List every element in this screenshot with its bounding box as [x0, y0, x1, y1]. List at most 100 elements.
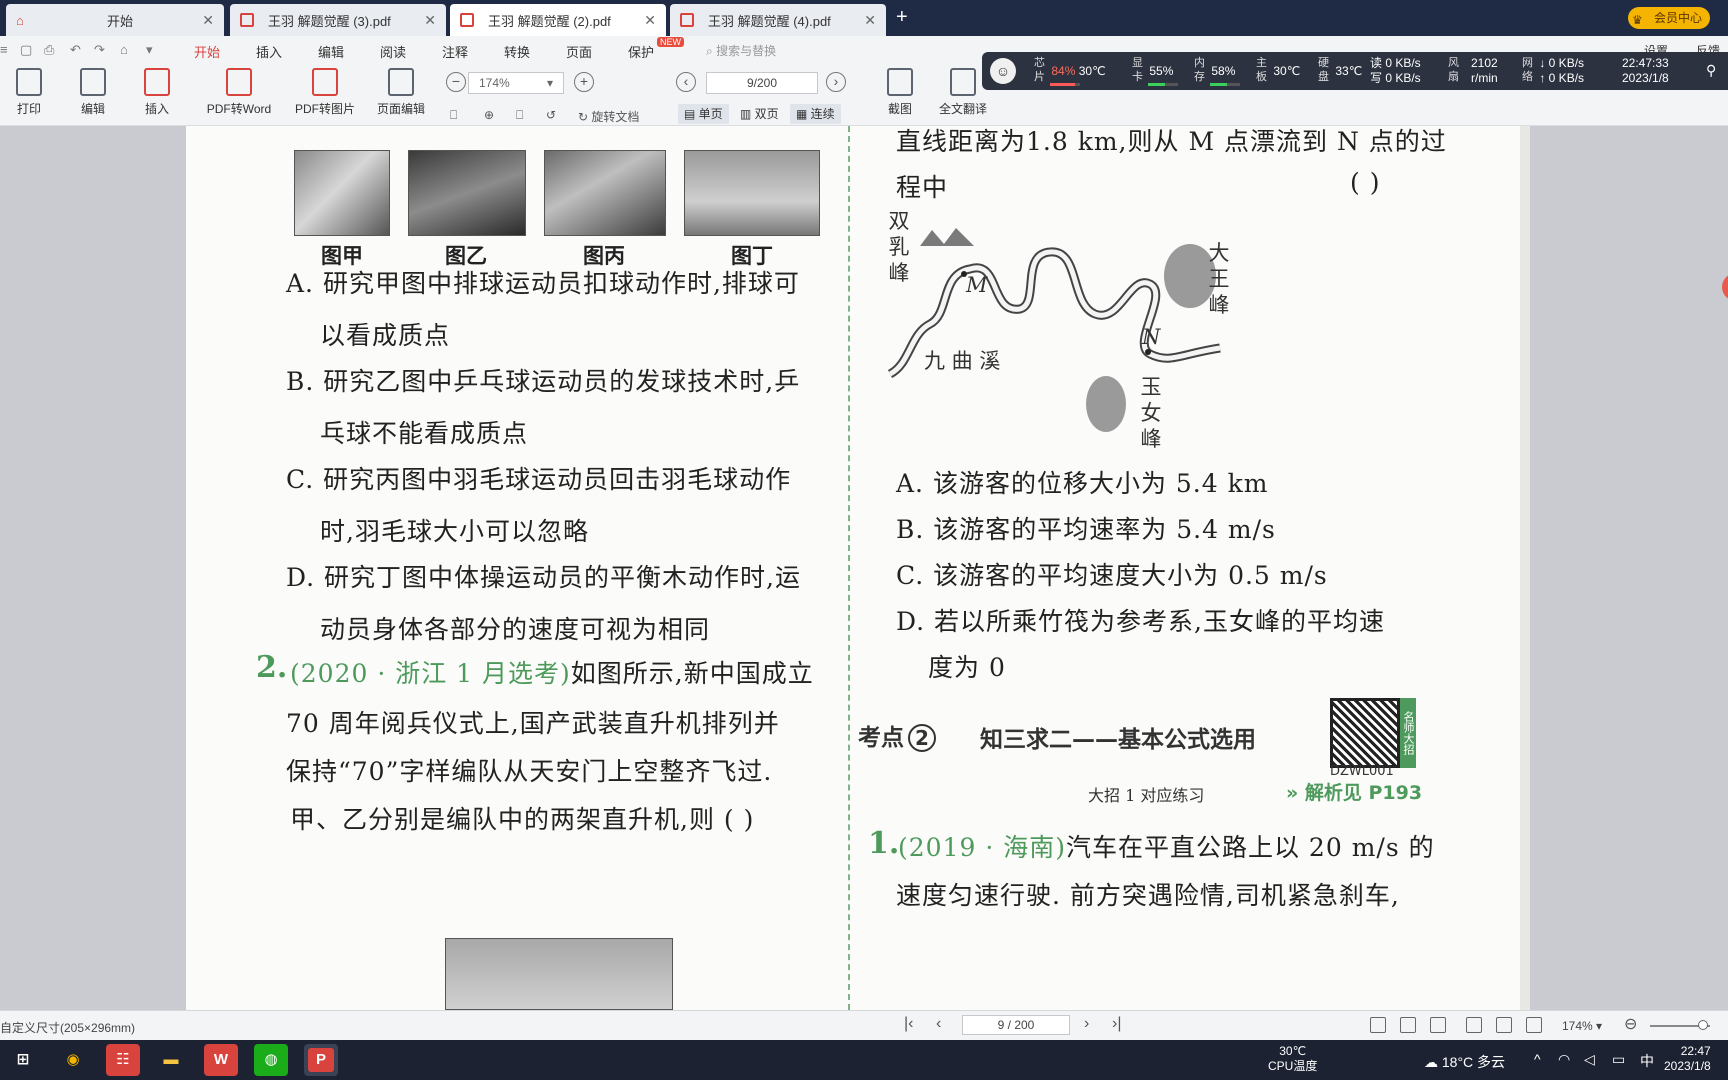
- document-viewer[interactable]: 图甲 图乙 图丙 图丁 A. 研究甲图中排球运动员扣球动作时,排球可 以看成质点…: [0, 126, 1728, 1010]
- menu-start[interactable]: 开始: [194, 42, 221, 66]
- task-view-icon[interactable]: ⊞: [6, 1044, 40, 1076]
- gpu-monitor: 显卡 55%: [1132, 56, 1178, 86]
- wechat-icon[interactable]: ◍: [254, 1044, 288, 1076]
- zoom-select[interactable]: 174% ▾: [468, 72, 564, 94]
- new-tab-button[interactable]: +: [896, 6, 908, 29]
- tab-pdf-4[interactable]: 王羽 解题觉醒 (4).pdf ✕: [670, 4, 886, 36]
- tab-pdf-2[interactable]: 王羽 解题觉醒 (2).pdf ✕: [450, 4, 666, 36]
- battery-icon[interactable]: ▭: [1612, 1051, 1625, 1068]
- print-button[interactable]: 打印: [0, 68, 64, 117]
- mem-bar: [1210, 83, 1240, 86]
- chevron-up-icon[interactable]: ^: [1534, 1051, 1541, 1067]
- tab-bar: ⌂ 开始 ✕ 王羽 解题觉醒 (3).pdf ✕ 王羽 解题觉醒 (2).pdf…: [0, 0, 1728, 36]
- double-page-icon[interactable]: [1496, 1017, 1512, 1033]
- page-view-icon[interactable]: [1400, 1017, 1416, 1033]
- screenshot-button[interactable]: 截图: [865, 68, 935, 117]
- single-page-icon[interactable]: [1466, 1017, 1482, 1033]
- menu-protect-label: 保护: [628, 45, 655, 60]
- zoom-out-button[interactable]: −: [446, 72, 466, 92]
- print-icon[interactable]: ⎙: [44, 42, 54, 58]
- zoom-select[interactable]: 174% ▾: [1562, 1019, 1602, 1033]
- book-icon[interactable]: [1526, 1017, 1542, 1033]
- redo-icon[interactable]: ↷: [94, 42, 105, 58]
- prev-page-button[interactable]: ‹: [676, 72, 696, 92]
- layout-icon[interactable]: [1370, 1017, 1386, 1033]
- last-page-button[interactable]: ›|: [1112, 1015, 1121, 1033]
- pdf-icon: [680, 13, 694, 27]
- menu-insert[interactable]: 插入: [256, 42, 282, 61]
- practice-label: 大招 1 对应练习: [1088, 786, 1205, 805]
- double-page-button[interactable]: ▥ 双页: [734, 104, 785, 124]
- search-input[interactable]: ⌕ 搜索与替换: [706, 42, 776, 59]
- wifi-icon[interactable]: ◠: [1558, 1051, 1570, 1068]
- disk-io: 读 0 KB/s 写 0 KB/s: [1370, 56, 1421, 86]
- volume-icon[interactable]: ◁: [1584, 1051, 1595, 1068]
- weather-widget[interactable]: ☁ 18°C 多云: [1424, 1052, 1505, 1072]
- single-page-button[interactable]: ▤ 单页: [678, 104, 729, 124]
- menu-convert[interactable]: 转换: [504, 42, 530, 61]
- undo-icon[interactable]: ↶: [70, 42, 81, 58]
- menu-read[interactable]: 阅读: [380, 42, 406, 61]
- close-icon[interactable]: ✕: [424, 12, 436, 29]
- clock[interactable]: 22:47 2023/1/8: [1664, 1044, 1711, 1074]
- columns-icon[interactable]: [1430, 1017, 1446, 1033]
- monitor-time: 22:47:33: [1622, 56, 1669, 70]
- rotate-left-icon[interactable]: ↺: [546, 108, 556, 122]
- first-page-button[interactable]: |‹: [904, 1015, 913, 1033]
- section-title: 知三求二——基本公式选用: [980, 727, 1256, 753]
- chevron-down-icon[interactable]: ▾: [146, 42, 153, 58]
- option-d-line2: 动员身体各部分的速度可视为相同: [320, 615, 711, 644]
- close-icon[interactable]: ✕: [202, 12, 214, 29]
- prev-page-button[interactable]: ‹: [936, 1015, 941, 1033]
- home-icon[interactable]: ⌂: [120, 42, 128, 57]
- save-icon[interactable]: ▢: [20, 42, 32, 58]
- chrome-icon[interactable]: ◉: [56, 1044, 90, 1076]
- page-input[interactable]: 9/200: [706, 72, 818, 94]
- page-number-input[interactable]: 9 / 200: [962, 1015, 1070, 1035]
- cpu-monitor: 芯片 84% 30℃: [1034, 56, 1106, 86]
- question-1-line1: (2019 · 海南)汽车在平直公路上以 20 m/s 的: [898, 828, 1435, 864]
- floating-helper-button[interactable]: [1722, 273, 1728, 301]
- rotate-doc-button[interactable]: ↻ 旋转文档: [578, 108, 639, 125]
- menu-annotate[interactable]: 注释: [442, 42, 468, 61]
- page-edit-button[interactable]: 页面编辑: [366, 68, 436, 117]
- pdf-to-image-button[interactable]: PDF转图片: [290, 68, 360, 117]
- wps-icon[interactable]: W: [204, 1044, 238, 1076]
- disk-write: 写 0 KB/s: [1370, 71, 1421, 85]
- tab-home[interactable]: ⌂ 开始 ✕: [6, 4, 224, 36]
- gpu-key: 显卡: [1132, 57, 1143, 83]
- zoom-in-button[interactable]: +: [574, 72, 594, 92]
- pdf-app-icon[interactable]: P: [304, 1044, 338, 1076]
- photo-badminton: [544, 150, 666, 236]
- insert-button[interactable]: 插入: [122, 68, 192, 117]
- actual-size-icon[interactable]: ⎕: [516, 108, 523, 123]
- edit-button[interactable]: 编辑: [58, 68, 128, 117]
- question-2-number: 2.: [256, 650, 288, 685]
- fit-width-icon[interactable]: ⊕: [484, 108, 494, 122]
- vip-center-button[interactable]: ♛ 会员中心: [1628, 7, 1711, 29]
- pdf-to-word-button[interactable]: PDF转Word: [204, 68, 274, 117]
- net-up: ↑ 0 KB/s: [1539, 71, 1585, 85]
- vip-label: 会员中心: [1654, 11, 1703, 25]
- zoom-out-button[interactable]: ⊖: [1624, 1014, 1637, 1034]
- folder-icon[interactable]: ▬: [154, 1044, 188, 1076]
- question-2-line4: 甲、乙分别是编队中的两架直升机,则 ( ): [290, 805, 755, 834]
- menu-edit[interactable]: 编辑: [318, 42, 344, 61]
- fit-page-icon[interactable]: ⎕: [450, 108, 457, 123]
- next-page-button[interactable]: ›: [1084, 1015, 1089, 1033]
- menu-protect[interactable]: 保护 NEW: [628, 37, 685, 61]
- app-icon[interactable]: ☷: [106, 1044, 140, 1076]
- zoom-slider-knob[interactable]: [1698, 1020, 1708, 1030]
- menu-page[interactable]: 页面: [566, 42, 592, 61]
- menu-icon[interactable]: ≡: [0, 42, 8, 57]
- next-page-button[interactable]: ›: [826, 72, 846, 92]
- tab-pdf-3[interactable]: 王羽 解题觉醒 (3).pdf ✕: [230, 4, 446, 36]
- ime-indicator[interactable]: 中: [1640, 1051, 1654, 1071]
- option-c: C. 该游客的平均速度大小为 0.5 m/s: [896, 561, 1328, 590]
- close-icon[interactable]: ✕: [864, 12, 876, 29]
- pin-icon[interactable]: ⚲: [1706, 62, 1716, 79]
- continuous-button[interactable]: ▦ 连续: [790, 104, 841, 124]
- system-monitor: ☺ 芯片 84% 30℃ 显卡 55% 内存 58% 主板 30℃ 硬盘 33℃…: [982, 52, 1728, 90]
- crown-icon: ♛: [1632, 13, 1643, 27]
- close-icon[interactable]: ✕: [644, 12, 656, 29]
